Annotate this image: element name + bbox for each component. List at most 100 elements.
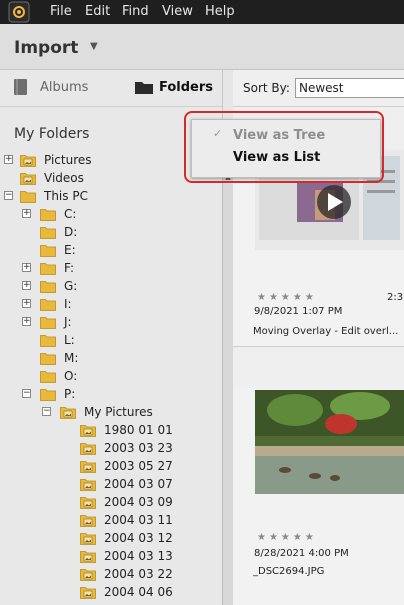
media-card-2[interactable]: ★★★★★ 8/28/2021 4:00 PM _DSC2694.JPG (233, 388, 404, 605)
tree-item-label: C: (64, 207, 77, 221)
folder-icon (40, 299, 56, 311)
tab-folders[interactable]: Folders (159, 80, 213, 95)
tree-item[interactable]: O: (0, 368, 222, 386)
sort-bar: Sort By: Newest (233, 70, 404, 107)
tree-item[interactable]: + F: (0, 260, 222, 278)
annotation-highlight (184, 111, 384, 183)
tree-item[interactable]: 2004 04 06 (0, 584, 222, 602)
folder-icon (135, 82, 153, 94)
tree-item[interactable]: 2004 03 11 (0, 512, 222, 530)
folder-icon (40, 371, 56, 383)
tree-item-label: G: (64, 279, 78, 293)
folder-icon (40, 335, 56, 347)
star-rating[interactable]: ★★★★★ (257, 532, 317, 543)
tree-item[interactable]: 2003 03 23 (0, 440, 222, 458)
picture-folder-icon (80, 497, 96, 509)
expand-icon[interactable]: + (22, 317, 31, 326)
tree-item[interactable]: − P: (0, 386, 222, 404)
tree-item-label: This PC (44, 189, 88, 203)
tree-item-label: 2004 03 11 (104, 513, 173, 527)
tree-item-label: Videos (44, 171, 84, 185)
tree-item[interactable]: − This PC (0, 188, 222, 206)
picture-folder-icon (80, 551, 96, 563)
tree-item[interactable]: 2003 05 27 (0, 458, 222, 476)
tree-item-label: P: (64, 387, 76, 401)
menu-edit[interactable]: Edit (85, 4, 110, 19)
tree-item[interactable]: D: (0, 224, 222, 242)
folder-icon (40, 281, 56, 293)
menu-help[interactable]: Help (205, 4, 235, 19)
tree-item-label: 2004 03 12 (104, 531, 173, 545)
section-title: My Folders (14, 126, 90, 142)
expand-icon[interactable]: + (22, 263, 31, 272)
picture-folder-icon (80, 569, 96, 581)
tree-item[interactable]: 2004 03 22 (0, 566, 222, 584)
tree-item[interactable]: 2004 03 09 (0, 494, 222, 512)
tree-item-label: 2004 03 07 (104, 477, 173, 491)
picture-folder-icon (80, 515, 96, 527)
import-header: Import ▼ (0, 24, 404, 70)
tab-albums[interactable]: Albums (40, 80, 88, 95)
tree-item[interactable]: − My Pictures (0, 404, 222, 422)
menu-file[interactable]: File (50, 4, 72, 19)
picture-folder-icon (80, 479, 96, 491)
menu-find[interactable]: Find (122, 4, 149, 19)
tree-item[interactable]: L: (0, 332, 222, 350)
sort-label: Sort By: (243, 81, 290, 95)
dropdown-caret-icon[interactable]: ▼ (90, 41, 98, 52)
folder-icon (40, 263, 56, 275)
tree-item-label: F: (64, 261, 75, 275)
tree-item-label: 2004 04 06 (104, 585, 173, 599)
tree-item[interactable]: 2004 03 12 (0, 530, 222, 548)
menu-bar: File Edit Find View Help (0, 0, 404, 24)
media-caption: Moving Overlay - Edit overl... (253, 326, 399, 337)
tree-item[interactable]: 2004 03 07 (0, 476, 222, 494)
tree-item[interactable]: + C: (0, 206, 222, 224)
app-logo-icon[interactable] (8, 1, 30, 23)
page-title[interactable]: Import (14, 38, 78, 58)
picture-folder-icon (80, 461, 96, 473)
sort-select[interactable]: Newest (295, 78, 404, 98)
expand-icon[interactable]: + (4, 155, 13, 164)
tree-item-label: D: (64, 225, 78, 239)
photo-thumbnail[interactable] (255, 390, 404, 494)
folder-icon (40, 317, 56, 329)
tree-item-label: 1980 01 01 (104, 423, 173, 437)
tree-item[interactable]: E: (0, 242, 222, 260)
tree-item[interactable]: + G: (0, 278, 222, 296)
panel-tabs: Albums Folders (0, 70, 222, 107)
tree-item-label: M: (64, 351, 79, 365)
collapse-icon[interactable]: − (22, 389, 31, 398)
tree-item-label: My Pictures (84, 405, 153, 419)
album-icon (14, 79, 27, 95)
picture-folder-icon (80, 533, 96, 545)
tree-item[interactable]: + I: (0, 296, 222, 314)
tree-item-label: 2004 03 09 (104, 495, 173, 509)
tree-item[interactable]: M: (0, 350, 222, 368)
folder-icon (40, 353, 56, 365)
folder-icon (40, 227, 56, 239)
collapse-icon[interactable]: − (42, 407, 51, 416)
expand-icon[interactable]: + (22, 209, 31, 218)
tree-scrollbar[interactable]: ▲ (222, 172, 233, 605)
tree-item[interactable]: 1980 01 01 (0, 422, 222, 440)
tree-item-label: 2003 05 27 (104, 459, 173, 473)
tree-item-label: E: (64, 243, 76, 257)
tree-item[interactable]: 2004 03 13 (0, 548, 222, 566)
picture-folder-icon (80, 425, 96, 437)
star-rating[interactable]: ★★★★★ (257, 292, 317, 303)
picture-folder-icon (80, 587, 96, 599)
video-duration: 2:3 (387, 292, 404, 303)
expand-icon[interactable]: + (22, 299, 31, 308)
picture-folder-icon (60, 407, 76, 419)
folder-icon (20, 191, 36, 203)
tree-item[interactable]: + J: (0, 314, 222, 332)
tree-item-label: L: (64, 333, 75, 347)
folder-icon (40, 209, 56, 221)
menu-view[interactable]: View (162, 4, 193, 19)
picture-folder-icon (20, 173, 36, 185)
expand-icon[interactable]: + (22, 281, 31, 290)
tree-item-label: O: (64, 369, 78, 383)
collapse-icon[interactable]: − (4, 191, 13, 200)
picture-folder-icon (20, 155, 36, 167)
